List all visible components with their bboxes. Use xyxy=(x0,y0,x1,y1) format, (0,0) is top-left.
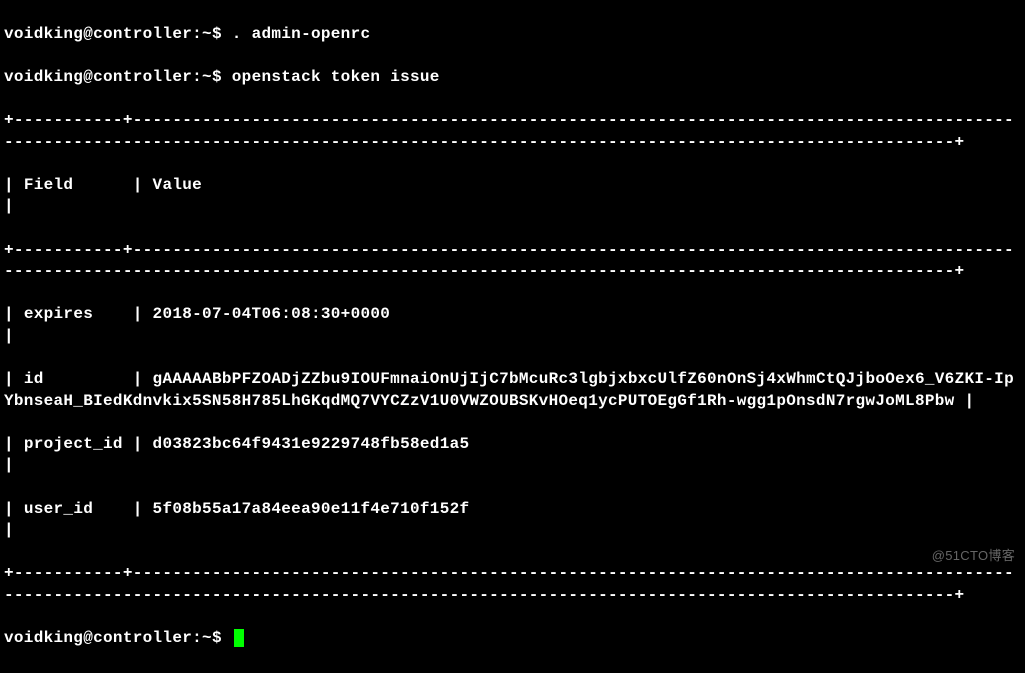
command-line-3: voidking@controller:~$ xyxy=(4,628,1021,650)
row-id: | id | gAAAAABbPFZOADjZZbu9IOUFmnaiOnUjI… xyxy=(4,369,1021,412)
cursor xyxy=(234,629,244,647)
command-line-2: voidking@controller:~$ openstack token i… xyxy=(4,67,1021,89)
terminal-output[interactable]: voidking@controller:~$ . admin-openrc vo… xyxy=(0,0,1025,673)
value-user-id: 5f08b55a17a84eea90e11f4e710f152f xyxy=(153,500,470,518)
prompt-user: voidking xyxy=(4,25,83,43)
command-line-1: voidking@controller:~$ . admin-openrc xyxy=(4,24,1021,46)
prompt-path: ~ xyxy=(202,25,212,43)
row-project-id: | project_id | d03823bc64f9431e9229748fb… xyxy=(4,434,1021,477)
header-field: Field xyxy=(24,176,74,194)
row-expires: | expires | 2018-07-04T06:08:30+0000 | xyxy=(4,304,1021,347)
value-id: gAAAAABbPFZOADjZZbu9IOUFmnaiOnUjIjC7bMcu… xyxy=(4,370,1014,410)
watermark: @51CTO博客 xyxy=(932,547,1015,565)
field-user-id: user_id xyxy=(24,500,93,518)
value-expires: 2018-07-04T06:08:30+0000 xyxy=(153,305,391,323)
table-border-bottom: +-----------+---------------------------… xyxy=(4,563,1021,606)
field-expires: expires xyxy=(24,305,93,323)
value-project-id: d03823bc64f9431e9229748fb58ed1a5 xyxy=(153,435,470,453)
table-border-mid: +-----------+---------------------------… xyxy=(4,240,1021,283)
command-2: openstack token issue xyxy=(232,68,440,86)
prompt-symbol: $ xyxy=(212,25,222,43)
header-value: Value xyxy=(153,176,203,194)
command-1: . admin-openrc xyxy=(232,25,371,43)
field-id: id xyxy=(24,370,44,388)
field-project-id: project_id xyxy=(24,435,123,453)
table-border-top: +-----------+---------------------------… xyxy=(4,110,1021,153)
table-header-row: | Field | Value | xyxy=(4,175,1021,218)
row-user-id: | user_id | 5f08b55a17a84eea90e11f4e710f… xyxy=(4,499,1021,542)
prompt-host: controller xyxy=(93,25,192,43)
